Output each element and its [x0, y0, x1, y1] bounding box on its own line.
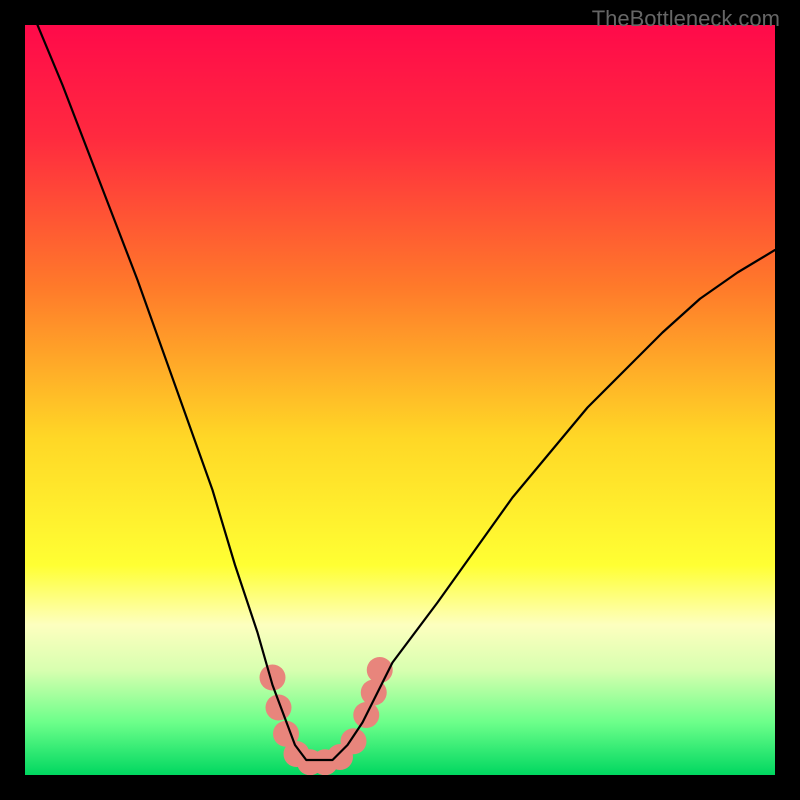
watermark-text: TheBottleneck.com [592, 6, 780, 32]
highlight-marker [341, 728, 367, 754]
chart-svg [25, 25, 775, 775]
chart-plot-area [25, 25, 775, 775]
chart-background [25, 25, 775, 775]
